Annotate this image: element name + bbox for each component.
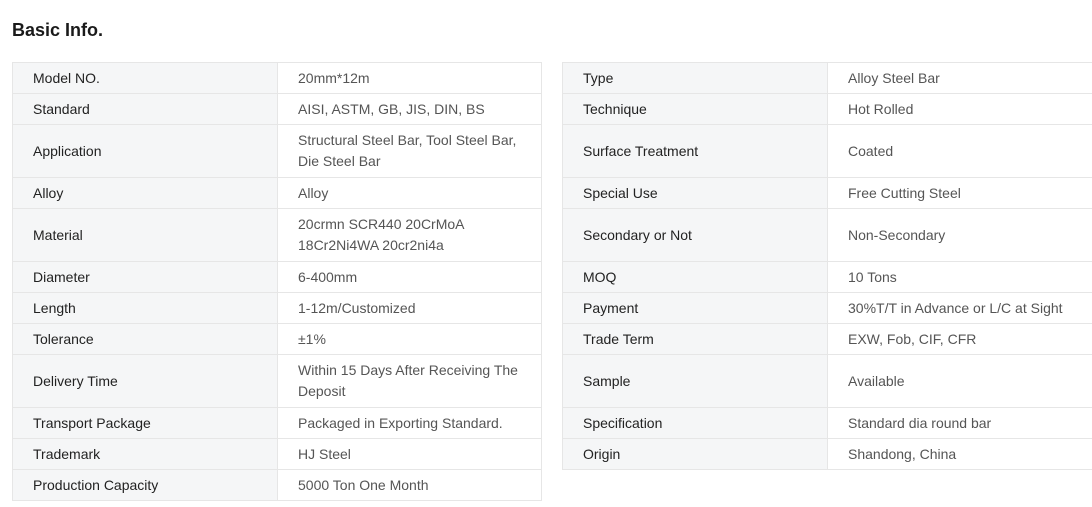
table-row: Technique Hot Rolled (562, 93, 1092, 125)
table-row: Specification Standard dia round bar (562, 407, 1092, 439)
spec-label: Trade Term (562, 323, 828, 355)
table-row: Material 20crmn SCR440 20CrMoA 18Cr2Ni4W… (12, 208, 542, 262)
spec-label: Origin (562, 438, 828, 470)
spec-value: 20mm*12m (277, 62, 542, 94)
spec-label: Secondary or Not (562, 208, 828, 262)
spec-label: Alloy (12, 177, 278, 209)
spec-label: MOQ (562, 261, 828, 293)
spec-label: Length (12, 292, 278, 324)
table-row: Application Structural Steel Bar, Tool S… (12, 124, 542, 178)
spec-value: 6-400mm (277, 261, 542, 293)
basic-info-table-right: Type Alloy Steel Bar Technique Hot Rolle… (562, 62, 1092, 470)
table-row: Diameter 6-400mm (12, 261, 542, 293)
spec-value: 1-12m/Customized (277, 292, 542, 324)
table-row: Sample Available (562, 354, 1092, 408)
table-row: Standard AISI, ASTM, GB, JIS, DIN, BS (12, 93, 542, 125)
spec-value: ±1% (277, 323, 542, 355)
spec-label: Model NO. (12, 62, 278, 94)
spec-value: 5000 Ton One Month (277, 469, 542, 501)
table-row: Payment 30%T/T in Advance or L/C at Sigh… (562, 292, 1092, 324)
table-row: Trade Term EXW, Fob, CIF, CFR (562, 323, 1092, 355)
spec-label: Application (12, 124, 278, 178)
spec-label: Type (562, 62, 828, 94)
spec-value: Coated (827, 124, 1092, 178)
spec-value: Shandong, China (827, 438, 1092, 470)
table-row: Origin Shandong, China (562, 438, 1092, 470)
spec-value: EXW, Fob, CIF, CFR (827, 323, 1092, 355)
table-row: Production Capacity 5000 Ton One Month (12, 469, 542, 501)
spec-label: Technique (562, 93, 828, 125)
spec-value: Structural Steel Bar, Tool Steel Bar, Di… (277, 124, 542, 178)
table-row: Model NO. 20mm*12m (12, 62, 542, 94)
spec-value: Packaged in Exporting Standard. (277, 407, 542, 439)
spec-value: Alloy Steel Bar (827, 62, 1092, 94)
table-row: MOQ 10 Tons (562, 261, 1092, 293)
table-row: Secondary or Not Non-Secondary (562, 208, 1092, 262)
spec-label: Production Capacity (12, 469, 278, 501)
spec-label: Diameter (12, 261, 278, 293)
basic-info-table-left: Model NO. 20mm*12m Standard AISI, ASTM, … (12, 62, 542, 501)
spec-label: Tolerance (12, 323, 278, 355)
spec-value: Non-Secondary (827, 208, 1092, 262)
spec-label: Special Use (562, 177, 828, 209)
table-row: Tolerance ±1% (12, 323, 542, 355)
section-title: Basic Info. (12, 20, 104, 40)
spec-value: Standard dia round bar (827, 407, 1092, 439)
spec-label: Standard (12, 93, 278, 125)
spec-value: AISI, ASTM, GB, JIS, DIN, BS (277, 93, 542, 125)
table-row: Delivery Time Within 15 Days After Recei… (12, 354, 542, 408)
spec-value: 20crmn SCR440 20CrMoA 18Cr2Ni4WA 20cr2ni… (277, 208, 542, 262)
table-row: Type Alloy Steel Bar (562, 62, 1092, 94)
spec-value: Hot Rolled (827, 93, 1092, 125)
spec-value: Within 15 Days After Receiving The Depos… (277, 354, 542, 408)
table-row: Special Use Free Cutting Steel (562, 177, 1092, 209)
table-row: Trademark HJ Steel (12, 438, 542, 470)
spec-label: Trademark (12, 438, 278, 470)
spec-label: Payment (562, 292, 828, 324)
spec-label: Sample (562, 354, 828, 408)
spec-value: HJ Steel (277, 438, 542, 470)
table-row: Length 1-12m/Customized (12, 292, 542, 324)
table-row: Transport Package Packaged in Exporting … (12, 407, 542, 439)
table-row: Alloy Alloy (12, 177, 542, 209)
spec-value: 30%T/T in Advance or L/C at Sight (827, 292, 1092, 324)
spec-value: Available (827, 354, 1092, 408)
spec-label: Specification (562, 407, 828, 439)
spec-label: Transport Package (12, 407, 278, 439)
spec-label: Surface Treatment (562, 124, 828, 178)
spec-value: Free Cutting Steel (827, 177, 1092, 209)
spec-label: Material (12, 208, 278, 262)
spec-label: Delivery Time (12, 354, 278, 408)
spec-value: 10 Tons (827, 261, 1092, 293)
spec-value: Alloy (277, 177, 542, 209)
table-row: Surface Treatment Coated (562, 124, 1092, 178)
